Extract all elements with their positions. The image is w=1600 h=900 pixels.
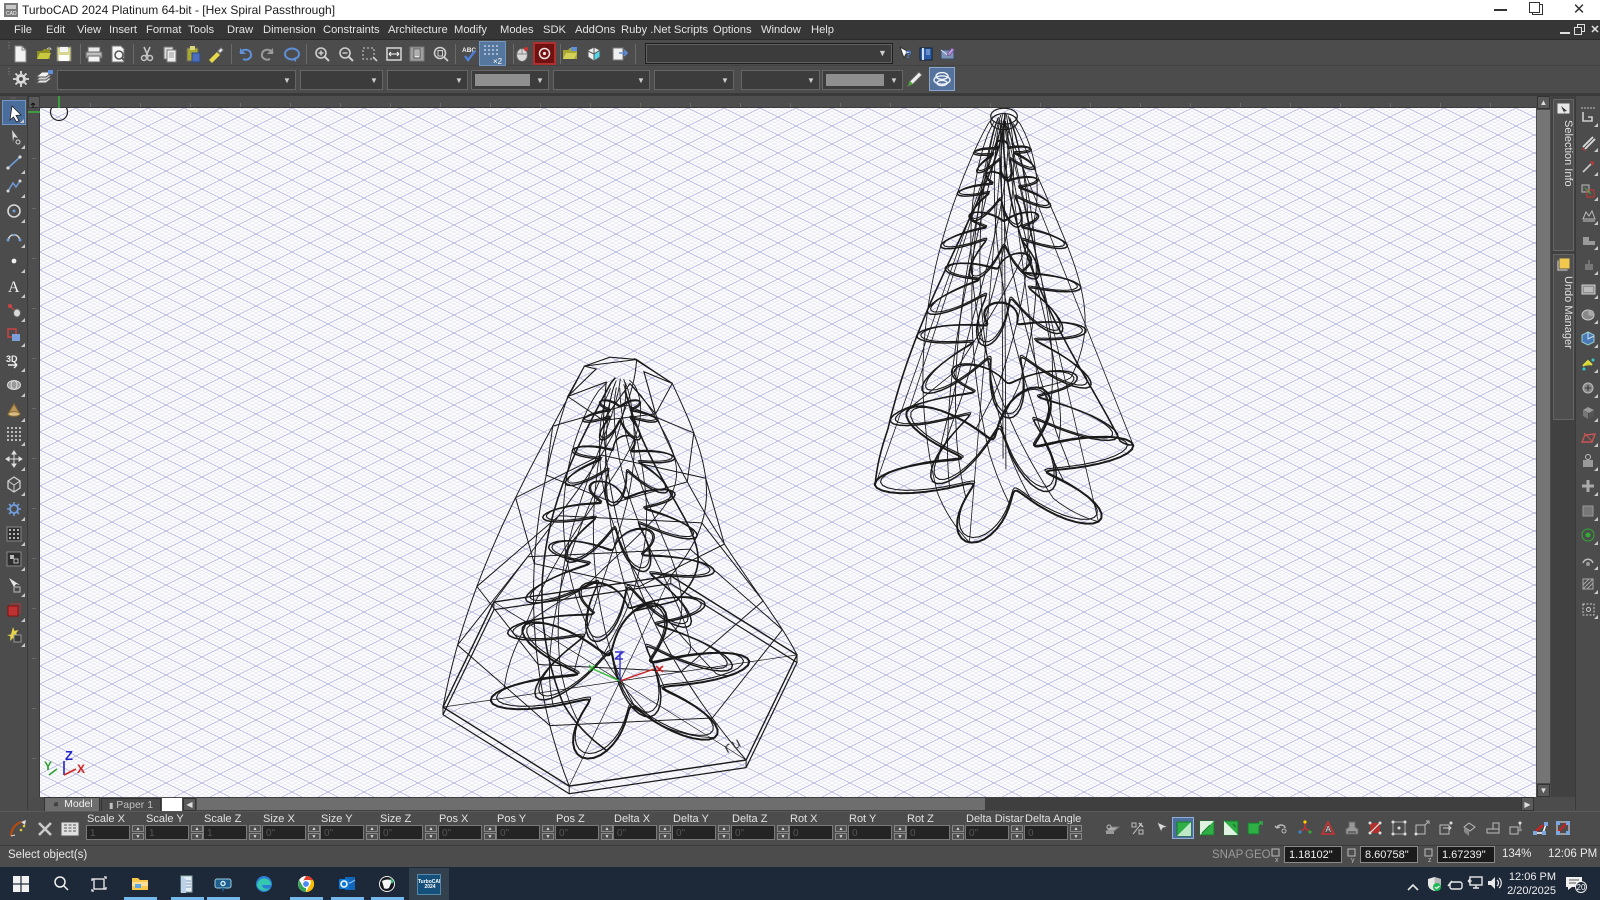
svg-text:x: x xyxy=(1275,857,1279,863)
svg-text:z: z xyxy=(1428,857,1432,863)
svg-text:A: A xyxy=(8,279,20,296)
svg-text:3D: 3D xyxy=(6,354,18,364)
svg-text:X: X xyxy=(77,762,85,776)
svg-text:Z: Z xyxy=(65,748,73,763)
svg-text:A: A xyxy=(1326,825,1332,834)
svg-text:y: y xyxy=(1351,857,1355,863)
svg-text:?: ? xyxy=(905,49,912,61)
svg-text:Y: Y xyxy=(44,759,52,773)
svg-text:CAD: CAD xyxy=(6,11,17,17)
svg-text:20: 20 xyxy=(1577,883,1586,892)
svg-text:×2: ×2 xyxy=(493,57,503,66)
